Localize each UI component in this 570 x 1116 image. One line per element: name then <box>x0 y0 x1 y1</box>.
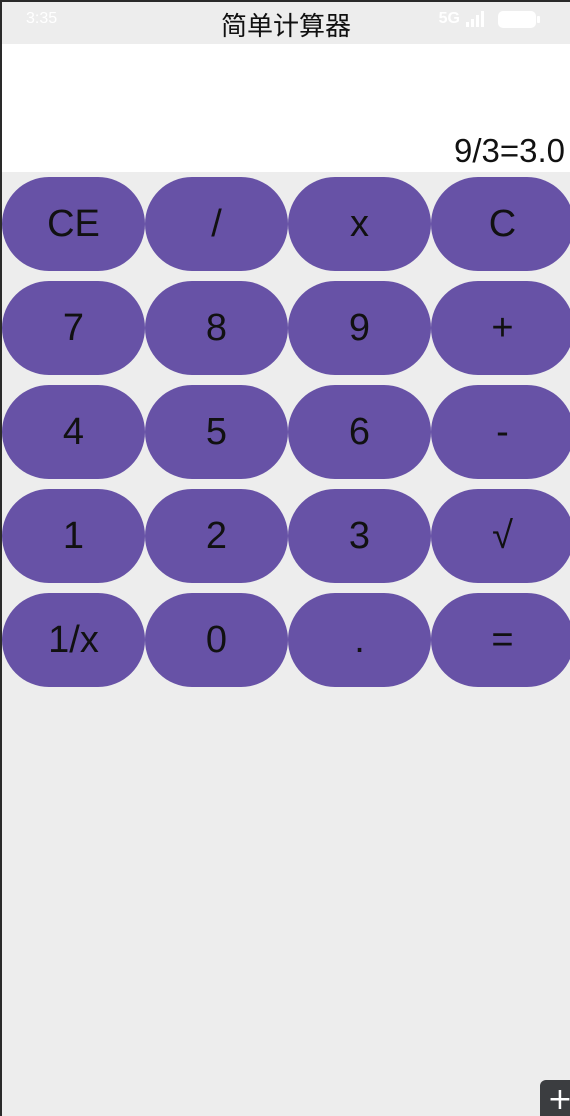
network-label: 5G <box>438 10 460 27</box>
reciprocal-button[interactable]: 1/x <box>2 593 145 687</box>
key-row-5: 1/x 0 . = <box>2 593 570 697</box>
plus-icon[interactable]: + <box>540 1080 570 1116</box>
square-root-button[interactable]: √ <box>431 489 570 583</box>
digit-4-button[interactable]: 4 <box>2 385 145 479</box>
subtract-button[interactable]: - <box>431 385 570 479</box>
digit-8-button[interactable]: 8 <box>145 281 288 375</box>
digit-7-button[interactable]: 7 <box>2 281 145 375</box>
result-text: 9/3=3.0 <box>454 132 566 169</box>
digit-0-button[interactable]: 0 <box>145 593 288 687</box>
key-row-4: 1 2 3 √ <box>2 489 570 593</box>
status-indicators: 5G <box>438 10 540 28</box>
result-display: 9/3=3.0 <box>2 44 570 172</box>
clear-button[interactable]: C <box>431 177 570 271</box>
multiply-button[interactable]: x <box>288 177 431 271</box>
digit-9-button[interactable]: 9 <box>288 281 431 375</box>
divide-button[interactable]: / <box>145 177 288 271</box>
app-frame: 3:35 简单计算器 5G 9/3=3.0 CE / x C 7 8 9 + 4… <box>0 0 570 1116</box>
equals-button[interactable]: = <box>431 593 570 687</box>
digit-6-button[interactable]: 6 <box>288 385 431 479</box>
key-row-1: CE / x C <box>2 177 570 281</box>
digit-5-button[interactable]: 5 <box>145 385 288 479</box>
digit-3-button[interactable]: 3 <box>288 489 431 583</box>
add-button[interactable]: + <box>431 281 570 375</box>
clear-entry-button[interactable]: CE <box>2 177 145 271</box>
digit-1-button[interactable]: 1 <box>2 489 145 583</box>
signal-icon <box>466 11 492 27</box>
decimal-point-button[interactable]: . <box>288 593 431 687</box>
keypad: CE / x C 7 8 9 + 4 5 6 - 1 2 3 √ 1/x 0 .… <box>2 177 570 697</box>
battery-icon <box>498 10 540 28</box>
key-row-2: 7 8 9 + <box>2 281 570 385</box>
digit-2-button[interactable]: 2 <box>145 489 288 583</box>
key-row-3: 4 5 6 - <box>2 385 570 489</box>
title-bar: 3:35 简单计算器 5G <box>2 2 570 44</box>
